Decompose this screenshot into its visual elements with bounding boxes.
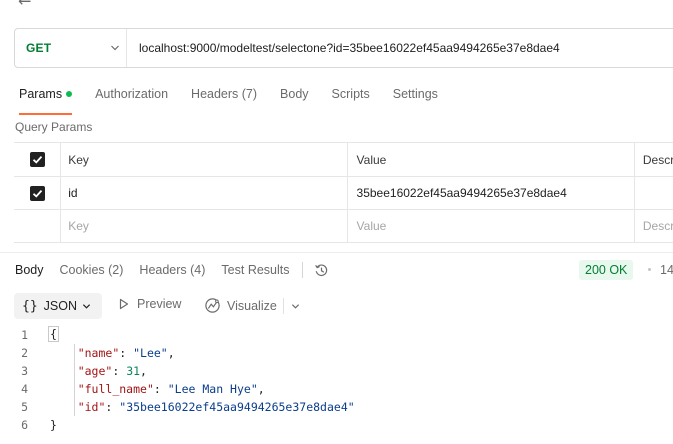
empty-check-cell (14, 210, 62, 242)
play-icon (119, 298, 129, 310)
table-header-row: Key Value Description (14, 143, 673, 177)
tab-response-body[interactable]: Body (15, 262, 44, 278)
code-line: 2 "name": "Lee", (0, 344, 673, 362)
line-number: 4 (21, 382, 28, 396)
tab-settings[interactable]: Settings (393, 84, 438, 110)
select-all-cell (14, 143, 62, 176)
new-description-field[interactable]: Description (635, 210, 673, 242)
tab-headers[interactable]: Headers (7) (191, 84, 257, 110)
url-input[interactable]: localhost:9000/modeltest/selectone?id=35… (127, 41, 560, 55)
json-value: "Lee" (133, 346, 168, 360)
tab-authorization[interactable]: Authorization (95, 84, 168, 110)
visualize-icon (205, 298, 220, 313)
chevron-down-icon (82, 303, 91, 309)
url-bar: GET localhost:9000/modeltest/selectone?i… (14, 28, 673, 68)
open-brace: { (48, 326, 59, 342)
query-params-title: Query Params (15, 120, 93, 134)
line-number: 2 (21, 346, 28, 360)
response-tabs: Body Cookies (2) Headers (4) Test Result… (15, 262, 329, 278)
checkmark-icon (32, 189, 42, 198)
table-row-empty: Key Value Description (14, 210, 673, 243)
new-key-field[interactable]: Key (61, 210, 348, 242)
json-format-icon: {} (22, 298, 38, 314)
code-line: 6} (0, 416, 673, 434)
format-label: JSON (43, 299, 77, 313)
json-key: "age" (77, 364, 113, 378)
column-header-key: Key (61, 143, 348, 176)
column-header-description: Description (642, 152, 673, 167)
code-line: 3 "age": 31, (0, 362, 673, 380)
tab-test-results[interactable]: Test Results (221, 262, 289, 278)
row-check-cell (14, 177, 62, 209)
column-header-value: Value (348, 143, 635, 176)
code-line: 5 "id": "35bee16022ef45aa9494265e37e8dae… (0, 398, 673, 416)
method-select[interactable]: GET (15, 29, 127, 67)
close-brace: } (50, 418, 57, 432)
chevron-down-icon[interactable] (291, 302, 300, 311)
preview-label: Preview (137, 297, 182, 311)
json-key: "id" (77, 400, 106, 414)
param-value-field[interactable]: 35bee16022ef45aa9494265e37e8dae4 (348, 177, 635, 209)
query-params-table: Key Value Description id 35bee16022ef45a… (14, 142, 673, 243)
line-number: 5 (21, 400, 28, 414)
toolbar-separator (283, 298, 284, 314)
line-number: 6 (21, 418, 28, 432)
json-value: "35bee16022ef45aa9494265e37e8dae4" (119, 400, 355, 414)
chevron-down-icon (111, 45, 119, 51)
back-arrow-icon[interactable]: ⇄ (18, 0, 31, 8)
line-number: 1 (21, 328, 28, 342)
request-tabs: Params Authorization Headers (7) Body Sc… (19, 84, 461, 115)
checkmark-icon (32, 155, 42, 164)
json-key: "full_name" (77, 382, 154, 396)
tab-cookies[interactable]: Cookies (2) (60, 262, 124, 278)
code-line: 1{ (0, 326, 673, 344)
tab-response-headers[interactable]: Headers (4) (139, 262, 205, 278)
select-all-checkbox[interactable] (29, 152, 45, 167)
status-badge[interactable]: 200 OK (579, 260, 634, 280)
table-row: id 35bee16022ef45aa9494265e37e8dae4 (14, 177, 673, 210)
json-value: 31 (126, 364, 141, 378)
code-line: 4 "full_name": "Lee Man Hye", (0, 380, 673, 398)
pane-divider[interactable] (0, 252, 673, 253)
toolbar-divider (301, 262, 303, 278)
tab-scripts[interactable]: Scripts (332, 84, 370, 110)
response-body-viewer[interactable]: 1{ 2 "name": "Lee", 3 "age": 31, 4 "full… (0, 326, 673, 434)
tab-params-label: Params (19, 87, 63, 101)
visualize-button[interactable]: Visualize (204, 297, 277, 314)
tab-body[interactable]: Body (280, 84, 309, 110)
top-header-strip: ⇄ (0, 0, 673, 8)
format-select[interactable]: {} JSON (14, 293, 102, 319)
json-key: "name" (77, 346, 120, 360)
visualize-label: Visualize (227, 298, 277, 313)
tab-params[interactable]: Params (19, 84, 73, 115)
json-value: "Lee Man Hye" (167, 382, 258, 396)
history-icon[interactable] (314, 263, 329, 278)
method-label: GET (26, 41, 52, 55)
line-number: 3 (21, 364, 28, 378)
new-value-field[interactable]: Value (348, 210, 635, 242)
response-time[interactable]: 14 (660, 263, 673, 277)
params-active-dot (66, 90, 73, 97)
param-key-field[interactable]: id (61, 177, 348, 209)
param-enabled-checkbox[interactable] (29, 185, 45, 201)
preview-button[interactable]: Preview (119, 297, 181, 311)
status-separator-dot (648, 268, 651, 271)
param-description-field[interactable] (635, 177, 673, 209)
